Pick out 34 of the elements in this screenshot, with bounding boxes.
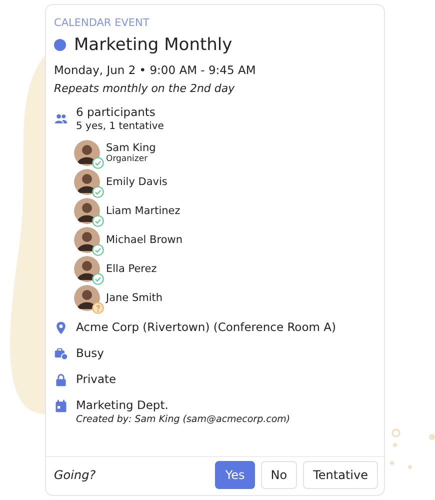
location-pin-icon xyxy=(54,321,68,335)
participant-name: Liam Martinez xyxy=(106,205,180,217)
detail-text: Acme Corp (Rivertown) (Conference Room A) xyxy=(76,319,336,336)
avatar xyxy=(74,285,100,311)
participant-role: Organizer xyxy=(106,154,149,164)
briefcase-clock-icon xyxy=(54,347,68,361)
rsvp-summary: 5 yes, 1 tentative xyxy=(76,121,164,132)
avatar xyxy=(74,169,100,195)
rsvp-prompt: Going? xyxy=(54,468,96,482)
participant-name: Ella Perez xyxy=(106,263,157,275)
participant-name: Sam King xyxy=(106,142,156,154)
detail-text: Busy xyxy=(76,345,104,362)
avatar xyxy=(74,140,100,166)
avatar xyxy=(74,198,100,224)
participant-count: 6 participants xyxy=(76,104,156,121)
event-time: Monday, Jun 2 • 9:00 AM - 9:45 AM xyxy=(54,63,257,77)
lock-icon xyxy=(54,373,68,387)
card-label: CALENDAR EVENT xyxy=(54,17,150,29)
rsvp-button[interactable]: Yes xyxy=(215,461,255,489)
avatar xyxy=(74,256,100,282)
participant-name: Michael Brown xyxy=(106,234,183,246)
rsvp-button[interactable]: No xyxy=(260,461,298,489)
people-icon xyxy=(54,112,68,126)
event-title: Marketing Monthly xyxy=(74,35,232,55)
participant-name: Emily Davis xyxy=(106,176,168,188)
creator-note: Created by: Sam King (sam@acmecorp.com) xyxy=(76,414,290,425)
avatar xyxy=(74,227,100,253)
rsvp-button[interactable]: Tentative xyxy=(303,461,378,489)
decorative-dots-drawing xyxy=(390,428,435,469)
recurrence-text: Repeats monthly on the 2nd day xyxy=(54,82,236,95)
participant-name: Jane Smith xyxy=(106,292,163,304)
detail-text: Private xyxy=(76,371,116,388)
calendar-icon xyxy=(54,399,68,413)
detail-text: Marketing Dept. xyxy=(76,397,170,414)
